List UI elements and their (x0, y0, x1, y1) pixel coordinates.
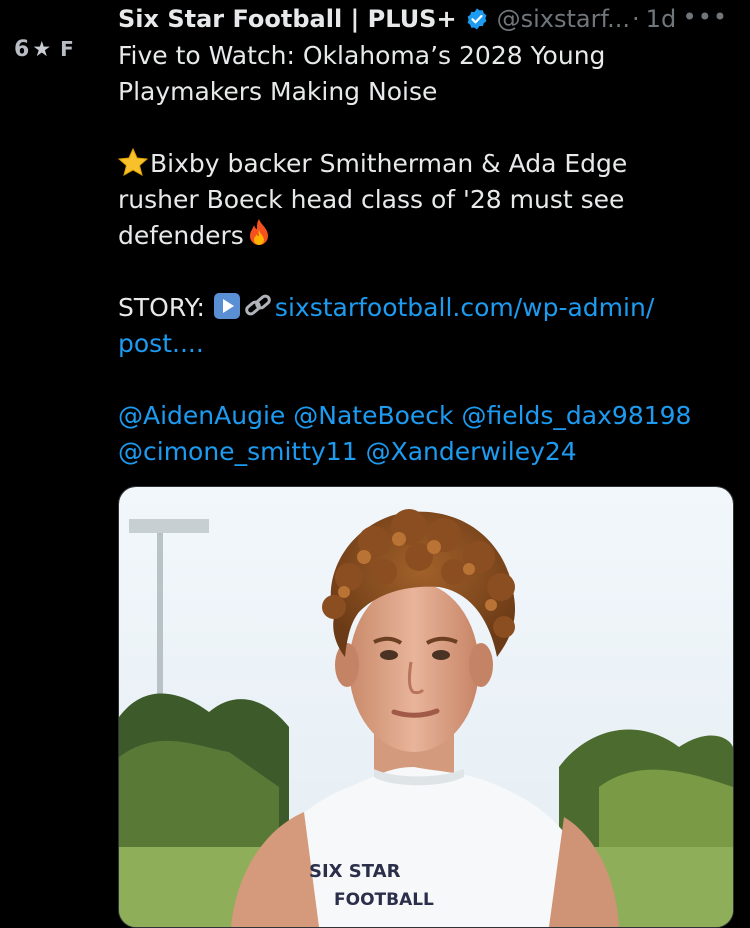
author-name[interactable]: Six Star Football | PLUS+ (118, 5, 457, 33)
mention-link[interactable]: @NateBoeck (293, 401, 453, 430)
link-emoji-icon (243, 292, 273, 320)
author-handle[interactable]: @sixstarf... (497, 5, 630, 33)
fire-emoji-icon (246, 218, 276, 246)
avatar[interactable]: 6 ★ F (14, 34, 104, 64)
mentions-line-2: @cimone_smitty11 @Xanderwiley24 (118, 434, 738, 470)
timestamp[interactable]: 1d (646, 5, 677, 33)
jersey-text-2: FOOTBALL (334, 890, 434, 910)
story-link[interactable]: sixstarfootball.com/wp-admin/ (275, 293, 654, 322)
paragraph-text-1: Bixby backer Smitherman & Ada Edge (150, 149, 628, 178)
mention-link[interactable]: @fields_dax98198 (461, 401, 691, 430)
separator: · (632, 5, 640, 33)
mention-link[interactable]: @Xanderwiley24 (366, 437, 577, 466)
mentions-line-1: @AidenAugie @NateBoeck @fields_dax98198 (118, 398, 738, 434)
story-line: STORY: sixstarfootball.com/wp-admin/ (118, 290, 738, 326)
story-label: STORY: (118, 293, 205, 322)
more-options-icon[interactable]: ••• (683, 3, 728, 31)
verified-badge-icon (465, 7, 489, 31)
paragraph-line-1: Bixby backer Smitherman & Ada Edge (117, 146, 738, 182)
mention-link[interactable]: @AidenAugie (118, 401, 285, 430)
jersey-text: SIX STAR (309, 861, 401, 882)
paragraph-text-3: defenders (118, 221, 244, 250)
avatar-text-right: F (60, 37, 75, 61)
story-link-continued[interactable]: post.... (118, 326, 738, 362)
tweet-header: Six Star Football | PLUS+ @sixstarf... ·… (118, 2, 740, 36)
paragraph-line-3: defenders (118, 218, 738, 254)
mention-link[interactable]: @cimone_smitty11 (118, 437, 358, 466)
title-line-2: Playmakers Making Noise (118, 77, 438, 106)
paragraph-line-2: rusher Boeck head class of '28 must see (118, 185, 625, 214)
player-photo: SIX STAR FOOTBALL (119, 487, 733, 927)
tweet-text: Five to Watch: Oklahoma’s 2028 Young Pla… (117, 38, 738, 470)
play-button-emoji-icon (213, 292, 241, 320)
star-icon: ★ (32, 37, 53, 61)
avatar-text-left: 6 (14, 36, 31, 62)
tweet-photo[interactable]: SIX STAR FOOTBALL (118, 486, 734, 928)
star-emoji-icon (117, 147, 149, 177)
title-line-1: Five to Watch: Oklahoma’s 2028 Young (118, 41, 606, 70)
